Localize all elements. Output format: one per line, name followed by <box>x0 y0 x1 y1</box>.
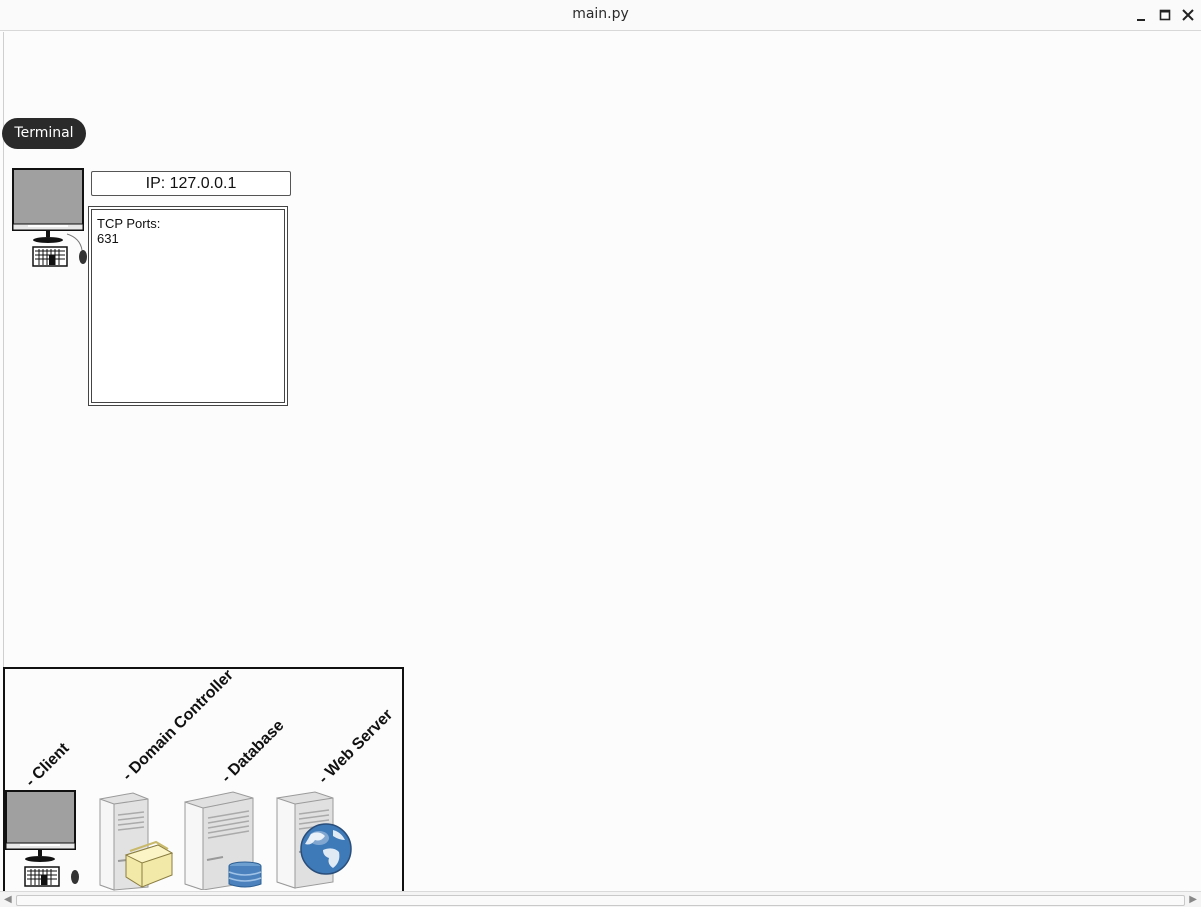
palette-item-database[interactable] <box>183 790 263 890</box>
minimize-icon[interactable] <box>1133 7 1149 23</box>
ip-address-label: IP: 127.0.0.1 <box>91 171 291 196</box>
web-server-icon <box>276 791 352 889</box>
palette-label-database: - Database <box>218 717 288 787</box>
domain-controller-server-icon <box>99 792 173 891</box>
client-computer-icon <box>12 168 87 267</box>
palette-label-client: - Client <box>22 739 73 791</box>
terminal-button[interactable]: Terminal <box>2 118 86 149</box>
horizontal-scrollbar[interactable]: ◀ ▶ <box>0 891 1201 907</box>
window-titlebar: main.py <box>0 0 1201 31</box>
scroll-right-icon[interactable]: ▶ <box>1189 894 1197 905</box>
tcp-ports-panel: TCP Ports: 631 <box>88 206 288 406</box>
database-server-icon <box>184 791 262 890</box>
client-node[interactable] <box>12 168 92 272</box>
maximize-icon[interactable] <box>1157 7 1173 23</box>
scrollbar-track[interactable] <box>16 895 1185 906</box>
tcp-port-item: 631 <box>97 231 119 246</box>
palette-label-web-server: - Web Server <box>315 706 397 788</box>
palette-item-client[interactable] <box>5 790 85 894</box>
scroll-left-icon[interactable]: ◀ <box>4 894 12 905</box>
tcp-ports-title: TCP Ports: <box>97 216 161 231</box>
node-palette: - Client - Domain Controller - Database … <box>3 667 404 907</box>
palette-label-domain-controller: - Domain Controller <box>119 667 237 785</box>
palette-item-web-server[interactable] <box>275 790 355 890</box>
client-computer-icon <box>5 790 79 887</box>
close-icon[interactable] <box>1180 7 1196 23</box>
palette-item-domain-controller[interactable] <box>98 791 173 891</box>
window-title: main.py <box>572 6 629 22</box>
